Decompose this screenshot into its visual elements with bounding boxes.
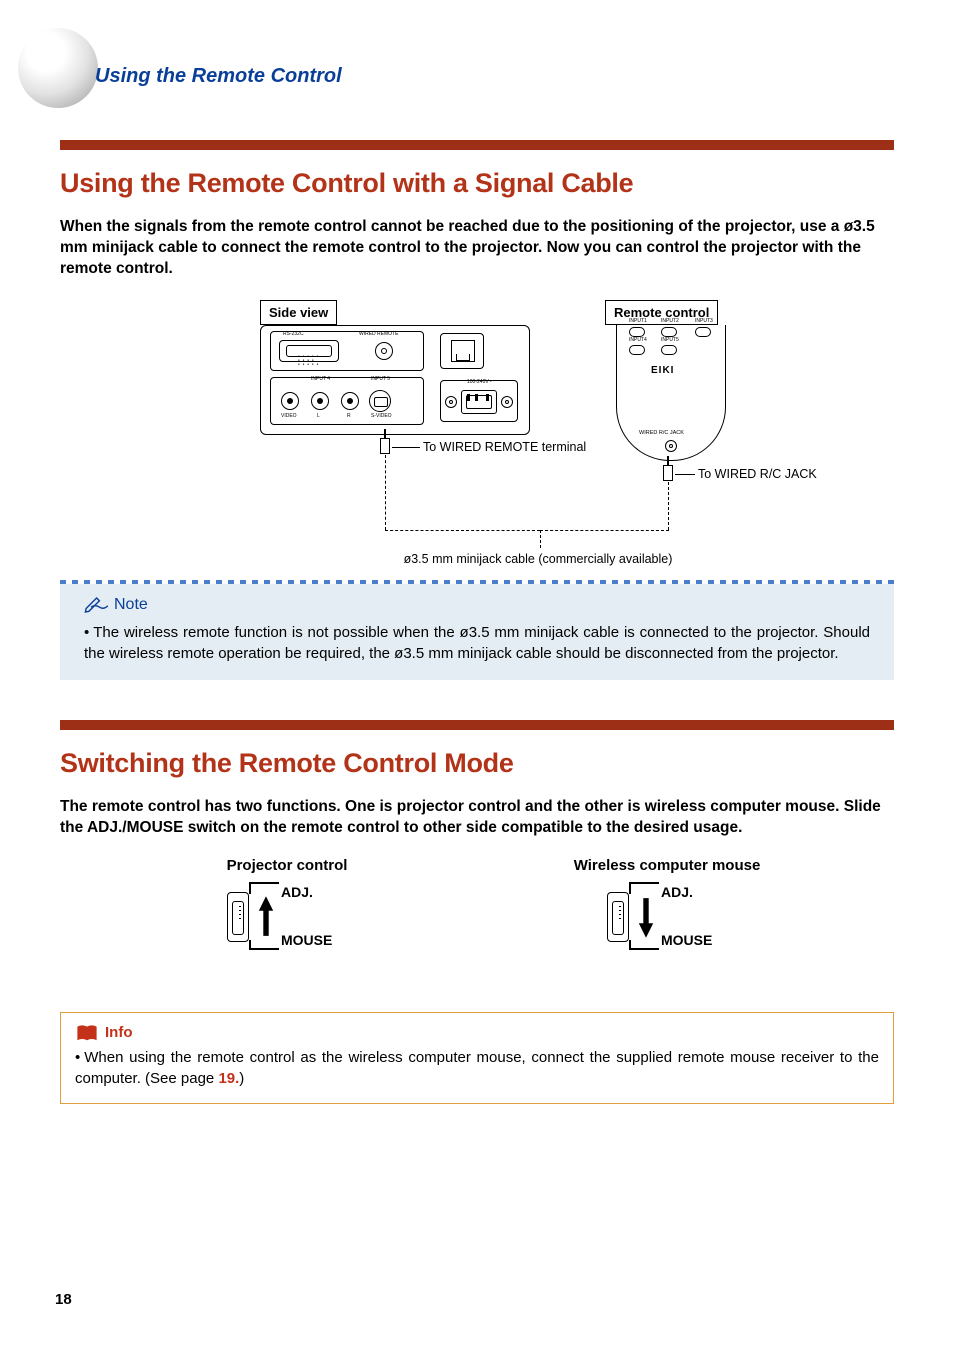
rs232c-port-icon: ● ● ● ● ●● ● ● ●● ● ● ● ● <box>279 340 339 362</box>
cable-line <box>385 530 540 531</box>
adj-label: ADJ. <box>281 884 313 900</box>
wireless-mouse-column: Wireless computer mouse ADJ. MOUSE <box>537 857 797 962</box>
separator-bar <box>60 720 894 730</box>
leader-line <box>392 447 420 448</box>
bracket-line <box>249 882 279 884</box>
cable-line <box>540 530 541 548</box>
adj-label: ADJ. <box>661 884 693 900</box>
arrow-down-icon <box>637 894 655 940</box>
wired-remote-jack-icon <box>375 342 393 360</box>
input3-button-icon <box>695 327 711 337</box>
note-body: •The wireless remote function is not pos… <box>84 622 870 664</box>
video-label: VIDEO <box>281 413 297 419</box>
wireless-mouse-heading: Wireless computer mouse <box>537 857 797 874</box>
cable-line <box>540 530 669 531</box>
input2-label: INPUT2 <box>661 318 679 324</box>
lan-port-icon <box>440 333 484 369</box>
wired-rc-jack-icon <box>665 440 677 452</box>
input5-button-icon <box>661 345 677 355</box>
info-title: Info <box>105 1024 133 1041</box>
section-title: Switching the Remote Control Mode <box>60 748 894 779</box>
bracket-line <box>629 882 659 884</box>
info-body-prefix: When using the remote control as the wir… <box>75 1049 879 1087</box>
page-reference-link[interactable]: 19 <box>218 1070 235 1087</box>
note-title: Note <box>114 596 148 614</box>
section-signal-cable: Using the Remote Control with a Signal C… <box>60 140 894 680</box>
section-intro: The remote control has two functions. On… <box>60 797 894 839</box>
figure-connection-diagram: Side view Remote control RS-232C WIRED R… <box>60 300 894 580</box>
input3-label: INPUT3 <box>695 318 713 324</box>
rs232c-label: RS-232C <box>283 331 304 337</box>
cable-line <box>668 482 669 530</box>
audio-r-rca-icon <box>341 392 359 410</box>
section-intro: When the signals from the remote control… <box>60 217 894 280</box>
page-number: 18 <box>55 1291 72 1308</box>
input4-button-icon <box>629 345 645 355</box>
ac-inlet-icon: 100-240V~ <box>440 380 518 422</box>
video-rca-icon <box>281 392 299 410</box>
projector-control-heading: Projector control <box>157 857 417 874</box>
note-body-text: The wireless remote function is not poss… <box>84 624 870 662</box>
terminal-caption: To WIRED REMOTE terminal <box>423 440 586 454</box>
topic-heading: Using the Remote Control <box>95 65 342 88</box>
input5-label: INPUT 5 <box>371 376 390 382</box>
info-box: Info • When using the remote control as … <box>60 1012 894 1104</box>
corner-orb <box>18 28 98 108</box>
info-body-suffix: ) <box>239 1070 244 1087</box>
mouse-label: MOUSE <box>281 932 332 948</box>
bracket-line <box>249 948 279 950</box>
side-view-label: Side view <box>260 300 337 325</box>
ac-voltage-label: 100-240V~ <box>467 379 492 385</box>
audio-r-label: R <box>347 413 351 419</box>
input1-button-icon <box>629 327 645 337</box>
cable-caption: ø3.5 mm minijack cable (commercially ava… <box>388 552 688 566</box>
note-pencil-icon <box>84 594 112 616</box>
input1-label: INPUT1 <box>629 318 647 324</box>
input2-button-icon <box>661 327 677 337</box>
info-book-icon <box>75 1023 99 1043</box>
audio-l-label: L <box>317 413 320 419</box>
svideo-label: S-VIDEO <box>371 413 392 419</box>
separator-bar <box>60 140 894 150</box>
svideo-port-icon <box>369 390 391 412</box>
cable-line <box>385 455 386 530</box>
remote-control-diagram: INPUT1 INPUT2 INPUT3 INPUT4 INPUT5 EIKI … <box>616 325 726 461</box>
projector-control-column: Projector control ADJ. MOUSE <box>157 857 417 962</box>
jack-caption: To WIRED R/C JACK <box>698 467 817 481</box>
mode-switch-figure: Projector control ADJ. MOUSE Wireless co… <box>60 857 894 962</box>
switch-down-diagram: ADJ. MOUSE <box>607 888 727 962</box>
brand-label: EIKI <box>651 365 674 376</box>
input4-label-remote: INPUT4 <box>629 337 647 343</box>
info-body: • When using the remote control as the w… <box>75 1047 879 1089</box>
section-switching-mode: Switching the Remote Control Mode The re… <box>60 720 894 1104</box>
input4-label: INPUT 4 <box>311 376 330 382</box>
note-box: Note •The wireless remote function is no… <box>60 580 894 680</box>
audio-l-rca-icon <box>311 392 329 410</box>
leader-line <box>675 474 695 475</box>
minijack-plug-right-icon <box>663 465 673 481</box>
bracket-line <box>629 948 659 950</box>
input5-label-remote: INPUT5 <box>661 337 679 343</box>
wired-remote-label: WIRED REMOTE <box>359 331 398 337</box>
section-title: Using the Remote Control with a Signal C… <box>60 168 894 199</box>
switch-up-diagram: ADJ. MOUSE <box>227 888 347 962</box>
projector-side-view: RS-232C WIRED REMOTE ● ● ● ● ●● ● ● ●● ●… <box>260 325 530 435</box>
manual-page: Using the Remote Control Using the Remot… <box>0 0 954 1351</box>
mouse-label: MOUSE <box>661 932 712 948</box>
arrow-up-icon <box>257 894 275 940</box>
wired-rc-jack-label: WIRED R/C JACK <box>639 430 684 436</box>
minijack-plug-left-icon <box>380 438 390 454</box>
